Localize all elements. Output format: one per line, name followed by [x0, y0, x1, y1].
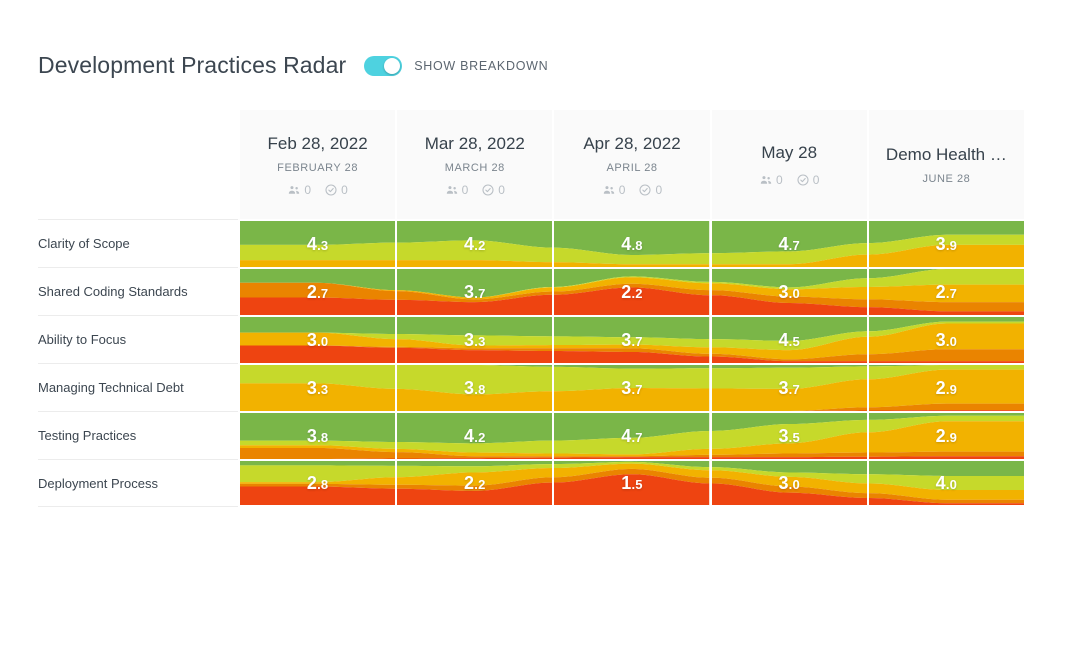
- row-label-text: Deployment Process: [38, 475, 158, 491]
- column-header-2[interactable]: Apr 28, 2022 APRIL 28 0 0: [552, 110, 710, 219]
- responses-count: 0: [498, 182, 505, 197]
- row-label-0: Clarity of Scope: [38, 219, 238, 267]
- row-label-text: Managing Technical Debt: [38, 380, 184, 395]
- row-label-text: Ability to Focus: [38, 332, 127, 347]
- score-cell[interactable]: 3.5: [709, 411, 867, 459]
- score-cell[interactable]: 2.7: [866, 267, 1024, 315]
- check-circle-icon: [481, 183, 495, 197]
- responses-count: 0: [341, 182, 348, 197]
- responses-count: 0: [655, 182, 663, 197]
- column-header-subtitle: APRIL 28: [606, 161, 658, 174]
- people-icon: [445, 183, 459, 197]
- grid-corner: [38, 110, 238, 219]
- column-header-title: Apr 28, 2022: [583, 133, 681, 153]
- score-cell[interactable]: 3.7: [552, 315, 710, 363]
- row-label-text: Shared Coding Standards: [38, 284, 188, 299]
- score-cell[interactable]: 2.9: [866, 363, 1024, 411]
- check-circle-icon: [324, 183, 338, 197]
- row-label-text: Testing Practices: [38, 428, 137, 443]
- participants-metric: 0: [287, 183, 311, 197]
- score-cell[interactable]: 4.2: [395, 411, 553, 459]
- score-cell[interactable]: 1.5: [552, 459, 710, 507]
- row-label-1: Shared Coding Standards: [38, 267, 238, 315]
- people-icon: [287, 183, 301, 197]
- row-label-4: Testing Practices: [38, 411, 238, 459]
- score-cell[interactable]: 4.2: [395, 219, 553, 267]
- score-cell[interactable]: 3.7: [395, 267, 553, 315]
- column-header-subtitle: FEBRUARY 28: [277, 161, 359, 174]
- participants-metric: 0: [602, 182, 626, 197]
- score-cell[interactable]: 4.5: [709, 315, 867, 363]
- score-cell[interactable]: 2.7: [238, 267, 396, 315]
- score-cell[interactable]: 3.3: [238, 363, 396, 411]
- score-cell[interactable]: 3.8: [395, 363, 553, 411]
- score-cell[interactable]: 4.0: [866, 459, 1024, 507]
- responses-metric: 0: [638, 183, 662, 197]
- page-title: Development Practices Radar: [38, 52, 347, 78]
- column-header-metrics: 00: [445, 183, 505, 197]
- score-cell[interactable]: 4.3: [238, 219, 396, 267]
- check-circle-icon: [638, 183, 652, 197]
- column-header-title: Feb 28, 2022: [267, 133, 368, 153]
- score-cell[interactable]: 4.7: [552, 411, 710, 459]
- column-header-4[interactable]: Demo Health … JUNE 28: [866, 110, 1024, 219]
- radar-grid: Feb 28, 2022 FEBRUARY 28 0 0 Mar 28, 2022 MAR…: [38, 110, 1024, 507]
- column-header-title: Demo Health …: [885, 145, 1007, 164]
- people-icon: [759, 173, 773, 187]
- score-cell[interactable]: 4.7: [709, 219, 867, 267]
- column-header-title: Mar 28, 2022: [424, 133, 525, 153]
- score-cell[interactable]: 3.0: [709, 459, 867, 507]
- people-icon: [602, 183, 616, 197]
- score-cell[interactable]: 4.8: [552, 219, 710, 267]
- score-cell[interactable]: 2.8: [238, 459, 396, 507]
- participants-count: 0: [618, 182, 626, 197]
- responses-metric: 0: [324, 183, 348, 197]
- column-header-metrics: 00: [759, 173, 819, 187]
- score-cell[interactable]: 3.7: [552, 363, 710, 411]
- column-header-0[interactable]: Feb 28, 2022 FEBRUARY 28 0 0: [238, 110, 396, 219]
- row-label-3: Managing Technical Debt: [38, 363, 238, 411]
- toggle-knob: [384, 57, 401, 74]
- participants-count: 0: [304, 182, 312, 197]
- score-cell[interactable]: 3.9: [866, 219, 1024, 267]
- participants-count: 0: [461, 182, 469, 197]
- row-label-text: Clarity of Scope: [38, 236, 130, 251]
- responses-metric: 0: [481, 183, 505, 197]
- score-cell[interactable]: 3.0: [866, 315, 1024, 363]
- participants-count: 0: [776, 173, 783, 187]
- column-header-metrics: 00: [287, 183, 348, 197]
- score-cell[interactable]: 3.8: [238, 411, 396, 459]
- column-header-3[interactable]: May 28 0 0: [709, 110, 867, 219]
- column-header-subtitle: JUNE 28: [922, 173, 971, 185]
- score-cell[interactable]: 3.7: [709, 363, 867, 411]
- column-header-metrics: 00: [602, 183, 662, 197]
- score-cell[interactable]: 3.0: [238, 315, 396, 363]
- show-breakdown-control[interactable]: SHOW BREAKDOWN: [364, 55, 549, 76]
- score-cell[interactable]: 2.2: [395, 459, 553, 507]
- column-header-subtitle: MARCH 28: [444, 161, 505, 174]
- check-circle-icon: [796, 173, 810, 187]
- radar-page: Development Practices Radar SHOW BREAKDO…: [0, 0, 1065, 657]
- column-header-title: May 28: [761, 143, 818, 162]
- score-cell[interactable]: 3.3: [395, 315, 553, 363]
- show-breakdown-label: SHOW BREAKDOWN: [414, 58, 549, 73]
- participants-metric: 0: [759, 173, 783, 187]
- score-cell[interactable]: 2.9: [866, 411, 1024, 459]
- score-cell[interactable]: 3.0: [709, 267, 867, 315]
- responses-metric: 0: [796, 173, 820, 187]
- score-cell[interactable]: 2.2: [552, 267, 710, 315]
- show-breakdown-toggle[interactable]: [364, 55, 403, 76]
- page-header: Development Practices Radar SHOW BREAKDO…: [38, 52, 548, 79]
- row-label-2: Ability to Focus: [38, 315, 238, 363]
- row-label-5: Deployment Process: [38, 459, 238, 507]
- responses-count: 0: [812, 173, 820, 187]
- column-header-1[interactable]: Mar 28, 2022 MARCH 28 0 0: [395, 110, 553, 219]
- participants-metric: 0: [445, 182, 469, 197]
